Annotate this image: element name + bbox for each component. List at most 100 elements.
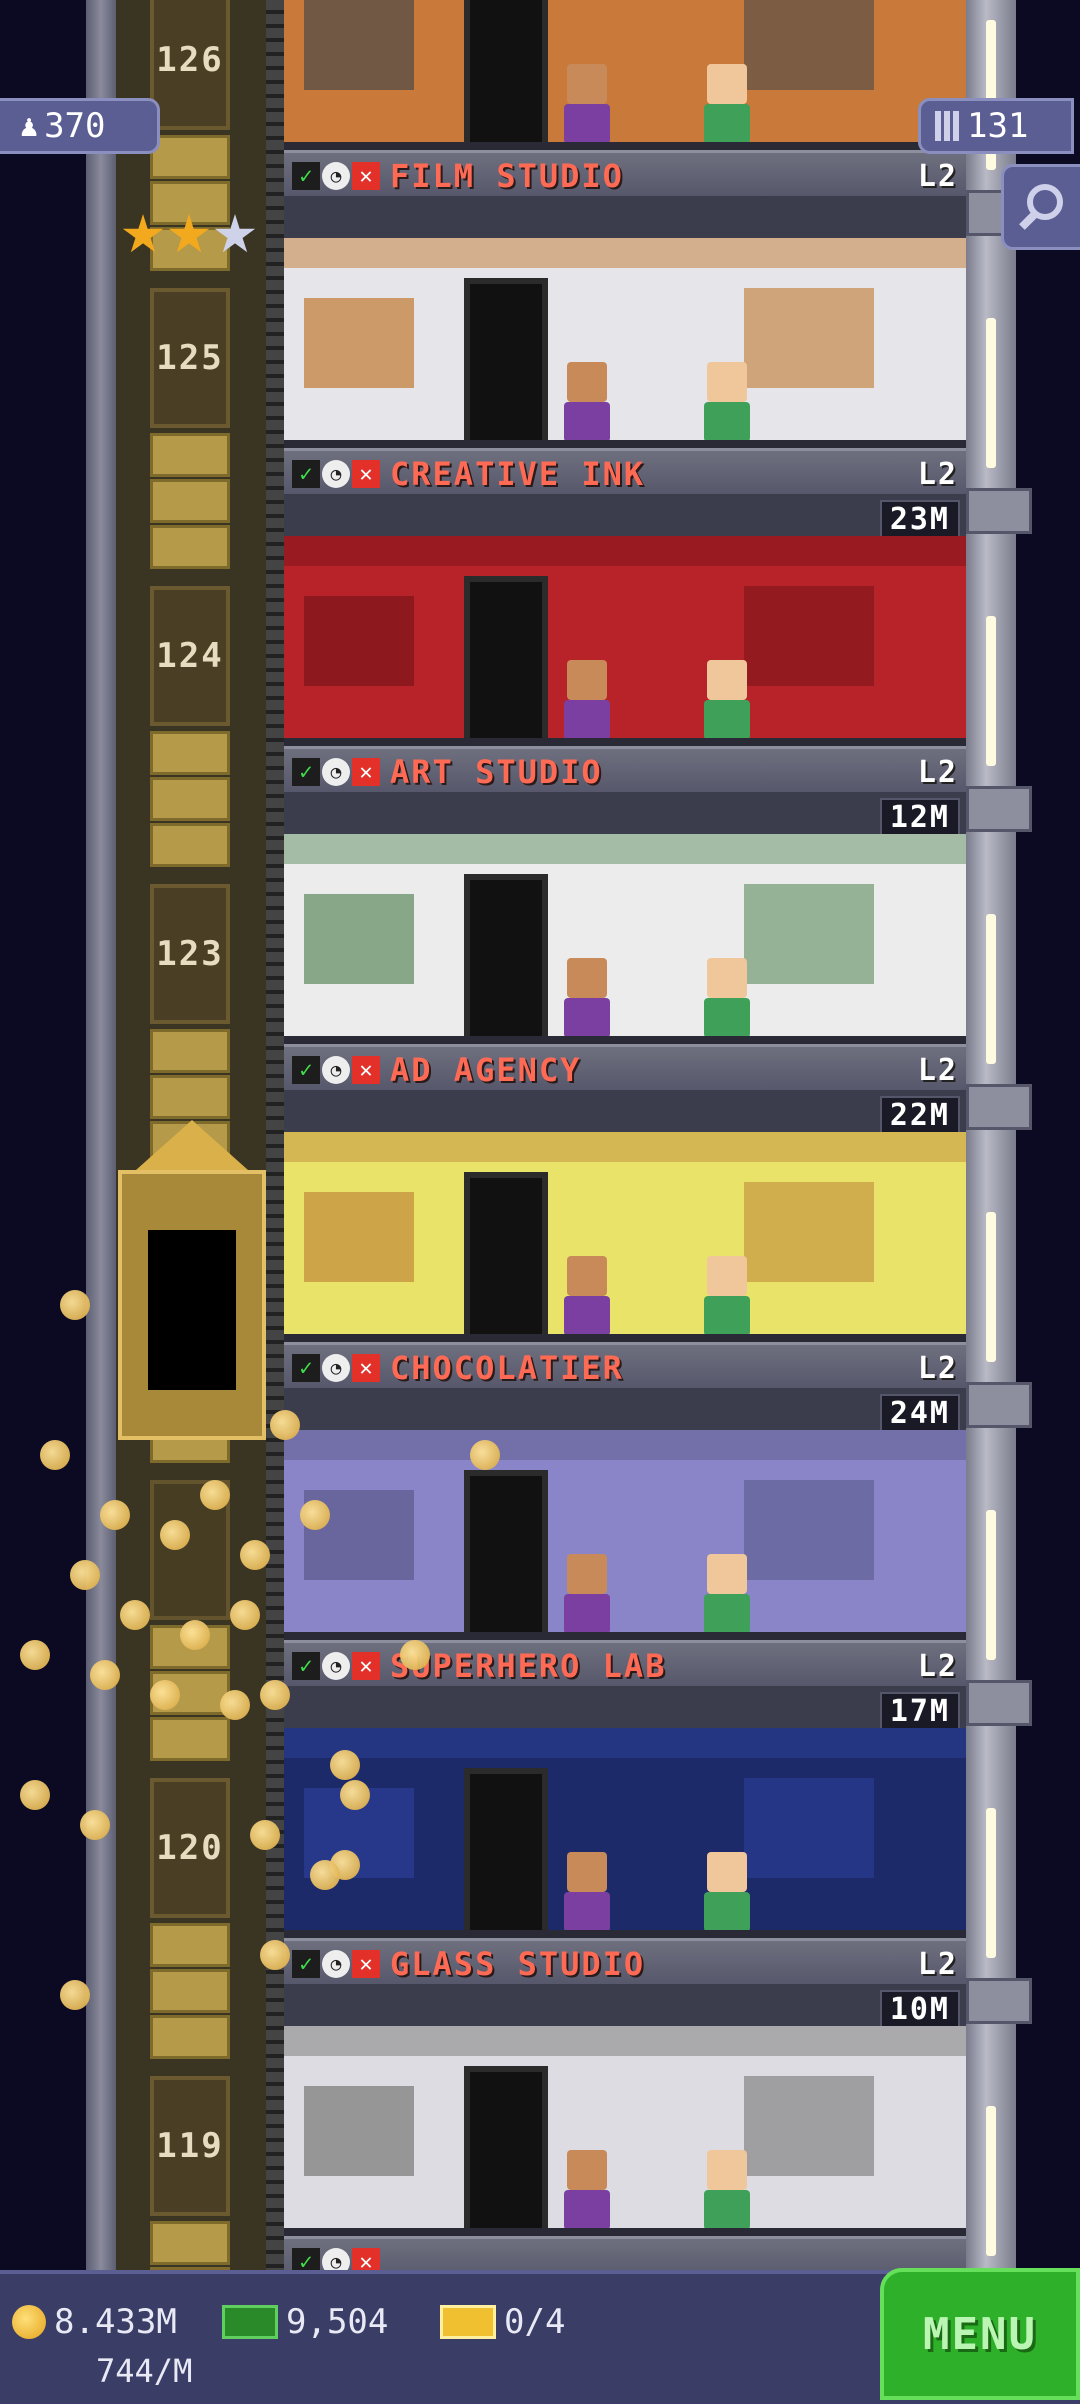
shaft-tile (150, 1717, 230, 1761)
bitizen[interactable] (704, 660, 750, 740)
shaft-tile (150, 135, 230, 179)
floor-door (464, 576, 548, 746)
shaft-tile (150, 479, 230, 523)
floor-label-bar[interactable]: ✓ ◔ ✕ AD AGENCY L2 (284, 1044, 966, 1093)
bitizen[interactable] (564, 362, 610, 442)
search-button[interactable] (1001, 164, 1080, 250)
floor-room[interactable] (284, 0, 966, 150)
shaft-tile (150, 1029, 230, 1073)
floor-ceiling (284, 1388, 966, 1430)
coin-particle (20, 1640, 50, 1670)
coin-particle (70, 1560, 100, 1590)
clock-icon: ◔ (322, 1950, 350, 1978)
floor-1[interactable]: ✓ ◔ ✕ FILM STUDIO L2 (284, 0, 966, 238)
coin-particle (40, 1440, 70, 1470)
elevator-rail (266, 0, 284, 2270)
check-icon: ✓ (292, 1056, 320, 1084)
bux-value: 9,504 (286, 2302, 389, 2342)
floor-count-value: 131 (967, 106, 1029, 146)
floor-level: L2 (917, 1648, 958, 1684)
floor-ceiling (284, 1686, 966, 1728)
floor-door (464, 874, 548, 1044)
clock-icon: ◔ (322, 460, 350, 488)
bitizen[interactable] (564, 1554, 610, 1634)
floor-room[interactable] (284, 1728, 966, 1938)
floor-label-bar[interactable]: ✓ ◔ ✕ CREATIVE INK L2 (284, 448, 966, 497)
coin-particle (200, 1480, 230, 1510)
floor-room[interactable] (284, 238, 966, 448)
wall-light (986, 318, 996, 468)
star-filled-icon (168, 214, 210, 253)
floor-label-bar[interactable]: ✓ ◔ ✕ ART STUDIO L2 (284, 746, 966, 795)
coin-particle (310, 1860, 340, 1890)
close-icon: ✕ (352, 1056, 380, 1084)
floor-label-bar[interactable]: ✓ ◔ ✕ GLASS STUDIO L2 (284, 1938, 966, 1987)
shaft-tile (150, 525, 230, 569)
floor-label-bar[interactable]: ✓ ◔ ✕ SUPERHERO LAB L2 (284, 1640, 966, 1689)
floor-3[interactable]: ✓ ◔ ✕ ART STUDIO L2 12M (284, 536, 966, 838)
tickets-value: 0/4 (504, 2302, 566, 2342)
bitizen[interactable] (704, 1554, 750, 1634)
floor-label-bar[interactable]: ✓ ◔ ✕ FILM STUDIO L2 (284, 150, 966, 199)
elevator-car[interactable] (118, 1120, 266, 1440)
close-icon: ✕ (352, 1354, 380, 1382)
check-icon: ✓ (292, 1652, 320, 1680)
floor-room[interactable] (284, 1132, 966, 1342)
shaft-tile (150, 823, 230, 867)
bitizen[interactable] (564, 958, 610, 1038)
floor-ceiling (284, 494, 966, 536)
star-filled-icon (122, 214, 164, 253)
bitizen[interactable] (704, 2150, 750, 2230)
floor-label-bar[interactable]: ✓ ◔ ✕ CHOCOLATIER L2 (284, 1342, 966, 1391)
floor-door (464, 1172, 548, 1342)
bitizen[interactable] (564, 1256, 610, 1336)
floor-5[interactable]: ✓ ◔ ✕ CHOCOLATIER L2 24M (284, 1132, 966, 1434)
wall-bracket (966, 1978, 1032, 2024)
bitizen[interactable] (704, 958, 750, 1038)
bitizen[interactable] (564, 64, 610, 144)
floor-status-icons: ✓ ◔ ✕ (292, 758, 380, 786)
coin-icon (12, 2305, 46, 2339)
floor-ceiling (284, 1090, 966, 1132)
bitizen[interactable] (704, 1256, 750, 1336)
population-counter[interactable]: ♟ 370 (0, 98, 160, 154)
tickets-stat[interactable]: 0/4 (440, 2302, 565, 2342)
coin-particle (400, 1640, 430, 1670)
floor-income-badge: 24M (879, 1394, 960, 1434)
coin-particle (60, 1980, 90, 2010)
floor-name: CREATIVE INK (390, 455, 646, 493)
floor-2[interactable]: ✓ ◔ ✕ CREATIVE INK L2 23M (284, 238, 966, 540)
floor-room[interactable] (284, 1430, 966, 1640)
shaft-floor-number: 126 (150, 0, 230, 130)
wall-light (986, 1212, 996, 1362)
bitizen[interactable] (564, 2150, 610, 2230)
floor-4[interactable]: ✓ ◔ ✕ AD AGENCY L2 22M (284, 834, 966, 1136)
shaft-floor-number: 120 (150, 1778, 230, 1918)
coin-particle (300, 1500, 330, 1530)
floor-6[interactable]: ✓ ◔ ✕ SUPERHERO LAB L2 17M (284, 1430, 966, 1732)
floor-7[interactable]: ✓ ◔ ✕ GLASS STUDIO L2 10M (284, 1728, 966, 2030)
clock-icon: ◔ (322, 162, 350, 190)
floor-room[interactable] (284, 834, 966, 1044)
bitizen[interactable] (564, 660, 610, 740)
floor-room[interactable] (284, 2026, 966, 2236)
wall-bracket (966, 786, 1032, 832)
menu-button[interactable]: MENU (880, 2268, 1080, 2400)
floor-room[interactable] (284, 536, 966, 746)
floor-counter[interactable]: 131 (918, 98, 1074, 154)
clock-icon: ◔ (322, 1056, 350, 1084)
bitizen[interactable] (704, 64, 750, 144)
coins-stat[interactable]: 8.433M (12, 2302, 177, 2342)
bitizen[interactable] (704, 1852, 750, 1932)
coin-particle (340, 1780, 370, 1810)
bitizen[interactable] (704, 362, 750, 442)
bux-stat[interactable]: 9,504 (222, 2302, 388, 2342)
coin-particle (270, 1410, 300, 1440)
floor-income-badge: 17M (879, 1692, 960, 1732)
wall-bracket (966, 1382, 1032, 1428)
magnifier-icon (1019, 184, 1063, 230)
coins-value: 8.433M (54, 2302, 177, 2342)
bitizen[interactable] (564, 1852, 610, 1932)
bux-icon (222, 2305, 278, 2339)
close-icon: ✕ (352, 162, 380, 190)
